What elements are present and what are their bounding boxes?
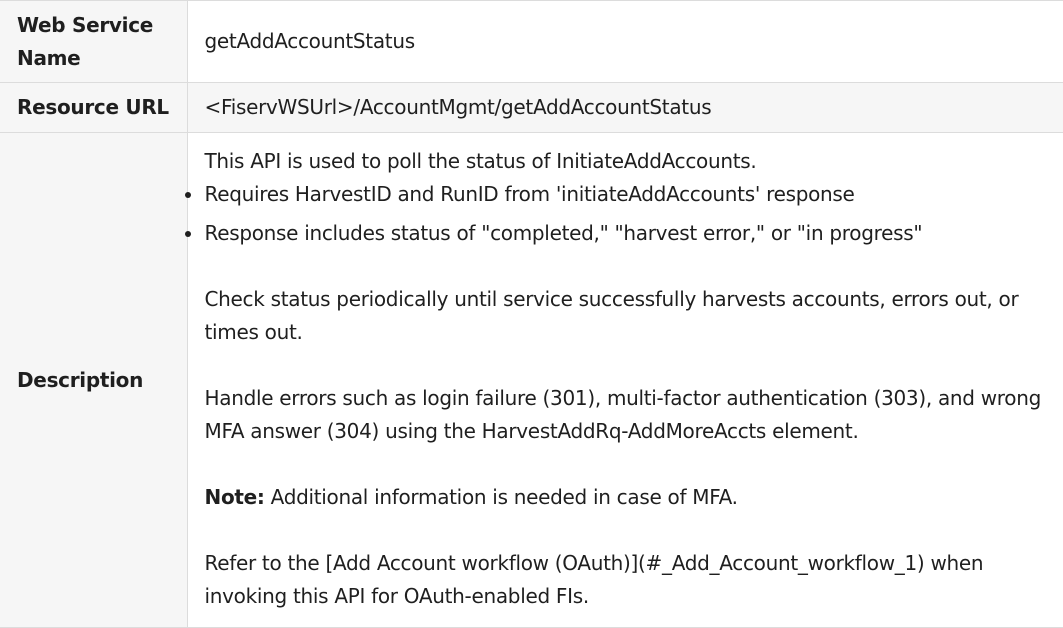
resource-url-label: Resource URL bbox=[0, 82, 188, 133]
web-service-name-label: Web Service Name bbox=[0, 0, 188, 83]
description-note: Note: Additional information is needed i… bbox=[205, 481, 1054, 514]
list-item: Requires HarvestID and RunID from 'initi… bbox=[184, 178, 1054, 211]
table-row-resource-url: Resource URL <FiservWSUrl>/AccountMgmt/g… bbox=[0, 82, 1063, 133]
list-item: Response includes status of "completed,"… bbox=[184, 217, 1054, 250]
note-text: Additional information is needed in case… bbox=[264, 485, 738, 509]
bullet-text: Requires HarvestID and RunID from 'initi… bbox=[204, 182, 855, 206]
description-label: Description bbox=[0, 132, 188, 628]
note-label: Note: bbox=[204, 485, 265, 509]
web-service-spec-table: Web Service Name getAddAccountStatus Res… bbox=[0, 0, 1063, 628]
description-intro: This API is used to poll the status of I… bbox=[204, 149, 757, 173]
table-row-web-service-name: Web Service Name getAddAccountStatus bbox=[0, 0, 1063, 83]
description-value: This API is used to poll the status of I… bbox=[184, 132, 1063, 628]
bullet-icon bbox=[184, 231, 191, 237]
description-paragraph-errors: Handle errors such as login failure (301… bbox=[204, 386, 1042, 443]
description-paragraph-polling: Check status periodically until service … bbox=[204, 287, 1019, 344]
description-paragraph-oauth: Refer to the [Add Account workflow (OAut… bbox=[204, 551, 984, 608]
bullet-icon bbox=[184, 192, 191, 198]
description-bullet-list: Requires HarvestID and RunID from 'initi… bbox=[184, 178, 1054, 250]
resource-url-value: <FiservWSUrl>/AccountMgmt/getAddAccountS… bbox=[187, 82, 1063, 133]
table-row-description: Description This API is used to poll the… bbox=[0, 132, 1063, 628]
web-service-name-value: getAddAccountStatus bbox=[187, 0, 1063, 83]
bullet-text: Response includes status of "completed,"… bbox=[204, 221, 923, 245]
